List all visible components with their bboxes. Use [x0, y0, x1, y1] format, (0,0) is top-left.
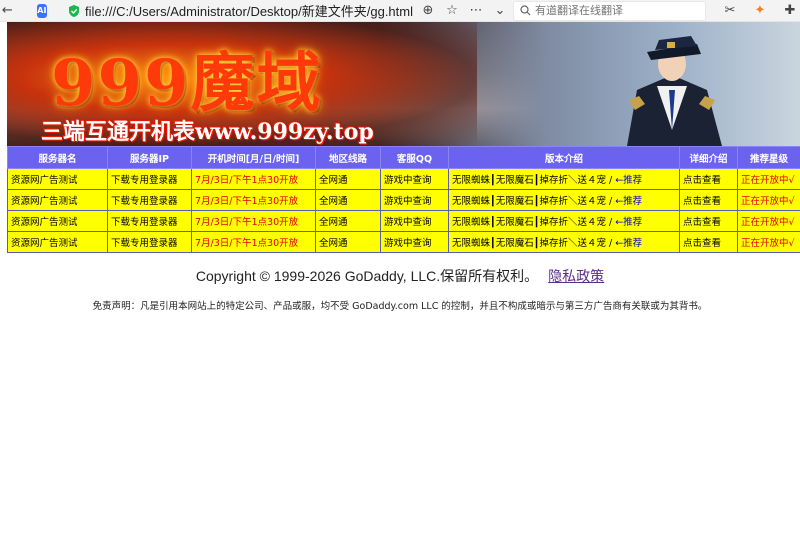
col-header-version: 版本介绍 [448, 146, 680, 169]
server-ip[interactable]: 下载专用登录器 [107, 189, 192, 211]
server-ip[interactable]: 下载专用登录器 [107, 210, 192, 232]
region: 全网通 [315, 231, 381, 253]
col-header-name: 服务器名 [7, 146, 108, 169]
table-row: 资源网广告测试 下载专用登录器 7月/3日/下午1点30开放 全网通 游戏中查询… [7, 231, 800, 253]
copyright-text: Copyright © 1999-2026 GoDaddy, LLC.保留所有权… [195, 268, 539, 284]
address-url[interactable]: file:///C:/Users/Administrator/Desktop/新… [85, 1, 413, 20]
disclaimer-text: 免责声明：凡是引用本网站上的特定公司、产品或服，均不受 GoDaddy.com … [92, 301, 708, 312]
recommend-link[interactable]: ←推荐 [615, 175, 642, 186]
open-time: 7月/3日/下午1点30开放 [191, 168, 316, 190]
detail-link[interactable]: 点击查看 [679, 189, 738, 211]
server-name[interactable]: 资源网广告测试 [7, 168, 108, 190]
chevron-down-icon[interactable]: ⌄ [491, 1, 509, 21]
server-ip[interactable]: 下载专用登录器 [107, 231, 192, 253]
open-time: 7月/3日/下午1点30开放 [191, 189, 316, 211]
col-header-detail: 详细介绍 [679, 146, 738, 169]
version-intro[interactable]: 无限蜘蛛┃无限魔石┃掉存折＼送４宠 / ←推荐 [448, 231, 680, 253]
version-intro[interactable]: 无限蜘蛛┃无限魔石┃掉存折＼送４宠 / ←推荐 [448, 210, 680, 232]
logo-text: 999魔域 [51, 46, 323, 121]
region: 全网通 [315, 189, 381, 211]
col-header-time: 开机时间[月/日/时间] [191, 146, 316, 169]
search-input[interactable] [535, 4, 705, 17]
search-icon [520, 5, 531, 16]
more-icon[interactable]: ⋯ [467, 1, 485, 21]
support-qq: 游戏中查询 [380, 168, 449, 190]
browser-toolbar: ← AI file:///C:/Users/Administrator/Desk… [0, 0, 800, 22]
server-name[interactable]: 资源网广告测试 [7, 210, 108, 232]
col-header-rating: 推荐星级 [737, 146, 800, 169]
support-qq: 游戏中查询 [380, 231, 449, 253]
server-name[interactable]: 资源网广告测试 [7, 231, 108, 253]
detail-link[interactable]: 点击查看 [679, 168, 738, 190]
ai-assistant-icon[interactable]: AI [36, 3, 48, 18]
table-row: 资源网广告测试 下载专用登录器 7月/3日/下午1点30开放 全网通 游戏中查询… [7, 168, 800, 190]
character-illustration [627, 36, 722, 146]
region: 全网通 [315, 210, 381, 232]
back-icon[interactable]: ← [0, 1, 15, 21]
translate-search-box[interactable] [513, 0, 706, 21]
rating-status: 正在开放中√ [737, 168, 800, 190]
detail-link[interactable]: 点击查看 [679, 231, 738, 253]
privacy-policy-link[interactable]: 隐私政策 [548, 268, 604, 284]
support-qq: 游戏中查询 [380, 189, 449, 211]
table-row: 资源网广告测试 下载专用登录器 7月/3日/下午1点30开放 全网通 游戏中查询… [7, 210, 800, 232]
rating-status: 正在开放中√ [737, 210, 800, 232]
site-banner: 999魔域 三端互通开机表www.999zy.top [7, 22, 800, 146]
version-intro[interactable]: 无限蜘蛛┃无限魔石┃掉存折＼送４宠 / ←推荐 [448, 168, 680, 190]
version-text: 无限蜘蛛┃无限魔石┃掉存折＼送４宠 / [452, 196, 616, 207]
col-header-region: 地区线路 [315, 146, 381, 169]
version-text: 无限蜘蛛┃无限魔石┃掉存折＼送４宠 / [452, 175, 616, 186]
extension-fox-icon[interactable]: ✦ [750, 1, 770, 21]
rating-status: 正在开放中√ [737, 189, 800, 211]
version-intro[interactable]: 无限蜘蛛┃无限魔石┃掉存折＼送４宠 / ←推荐 [448, 189, 680, 211]
scissors-icon[interactable]: ✂ [720, 1, 740, 21]
rating-status: 正在开放中√ [737, 231, 800, 253]
recommend-link[interactable]: ←推荐 [615, 238, 642, 249]
open-time: 7月/3日/下午1点30开放 [191, 231, 316, 253]
version-text: 无限蜘蛛┃无限魔石┃掉存折＼送４宠 / [452, 238, 616, 249]
extensions-puzzle-icon[interactable]: ✚ [780, 1, 800, 21]
server-list-table: 服务器名 服务器IP 开机时间[月/日/时间] 地区线路 客服QQ 版本介绍 详… [7, 146, 800, 253]
banner-tagline: 三端互通开机表www.999zy.top [41, 119, 374, 145]
table-row: 资源网广告测试 下载专用登录器 7月/3日/下午1点30开放 全网通 游戏中查询… [7, 189, 800, 211]
version-text: 无限蜘蛛┃无限魔石┃掉存折＼送４宠 / [452, 217, 616, 228]
open-time: 7月/3日/下午1点30开放 [191, 210, 316, 232]
bookmark-star-icon[interactable]: ☆ [443, 1, 461, 21]
detail-link[interactable]: 点击查看 [679, 210, 738, 232]
copyright-line: Copyright © 1999-2026 GoDaddy, LLC.保留所有权… [0, 266, 800, 286]
recommend-link[interactable]: ←推荐 [615, 196, 642, 207]
col-header-qq: 客服QQ [380, 146, 449, 169]
secure-shield-icon [69, 4, 80, 17]
table-header-row: 服务器名 服务器IP 开机时间[月/日/时间] 地区线路 客服QQ 版本介绍 详… [7, 146, 800, 169]
address-bar[interactable]: file:///C:/Users/Administrator/Desktop/新… [67, 1, 413, 21]
col-header-ip: 服务器IP [107, 146, 192, 169]
server-name[interactable]: 资源网广告测试 [7, 189, 108, 211]
download-icon[interactable]: ⊕ [419, 1, 437, 21]
region: 全网通 [315, 168, 381, 190]
server-ip[interactable]: 下载专用登录器 [107, 168, 192, 190]
support-qq: 游戏中查询 [380, 210, 449, 232]
recommend-link[interactable]: ←推荐 [615, 217, 642, 228]
